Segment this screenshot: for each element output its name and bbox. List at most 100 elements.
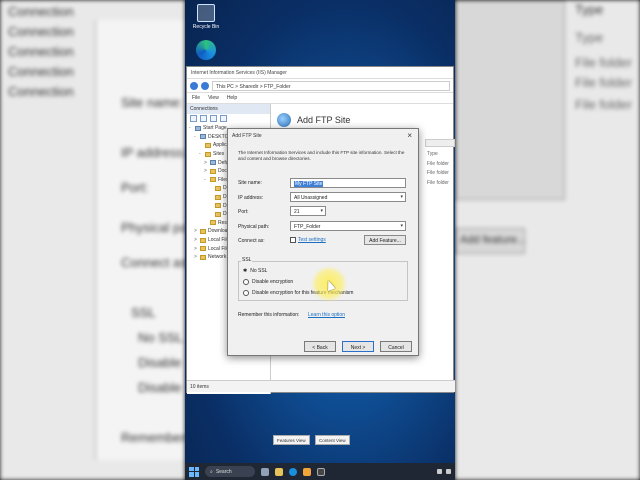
expand-icon[interactable]: > <box>204 168 208 174</box>
recycle-bin-icon <box>197 4 215 22</box>
status-bar: 10 items <box>187 380 455 392</box>
expand-icon[interactable]: - <box>194 134 198 140</box>
expand-icon[interactable]: > <box>194 228 198 234</box>
folder-icon <box>200 228 206 234</box>
port-value: 21 <box>294 209 300 215</box>
expand-icon[interactable]: - <box>204 177 208 183</box>
expand-icon[interactable]: - <box>189 125 193 131</box>
edge-icon <box>196 40 216 60</box>
main-header: Add FTP Site <box>277 113 350 127</box>
folder-icon <box>210 168 216 174</box>
taskbar-search[interactable]: ⌕ Search <box>205 466 255 477</box>
bg-radio: Disable <box>138 355 182 370</box>
folder-icon <box>215 194 221 200</box>
close-icon[interactable]: × <box>407 131 412 140</box>
expand-icon[interactable]: > <box>194 254 198 260</box>
type-item: File folder <box>427 160 449 167</box>
expand-icon[interactable]: > <box>194 237 198 243</box>
ftp-site-icon <box>277 113 291 127</box>
radio-button[interactable] <box>243 290 249 296</box>
start-button[interactable] <box>189 466 199 477</box>
folder-icon <box>215 203 221 209</box>
type-column-header-bar <box>425 139 455 147</box>
ssl-option-no-ssl[interactable]: ✱ No SSL <box>243 268 267 274</box>
windows-logo-icon <box>189 466 194 471</box>
folder-icon <box>205 151 211 157</box>
bg-type-item: File folder <box>575 97 633 112</box>
dialog-description: The Internet Information Services and in… <box>238 150 405 161</box>
search-icon: ⌕ <box>210 468 213 475</box>
file-explorer-icon[interactable] <box>275 467 283 476</box>
address-field[interactable]: This PC > Sharedir > FTP_Folder <box>212 80 450 91</box>
up-icon[interactable] <box>210 115 217 122</box>
site-name-field[interactable]: My FTP Site <box>290 178 406 188</box>
tree-item-label: Network <box>208 254 227 261</box>
physical-path-field[interactable]: FTP_Folder ▾ <box>290 221 406 231</box>
connections-header: Connections <box>187 104 270 114</box>
back-button[interactable]: < Back <box>304 341 336 352</box>
add-ftp-site-dialog: Add FTP Site × The Internet Information … <box>227 128 419 356</box>
bg-ssl-option: No SSL <box>138 330 183 345</box>
expand-icon[interactable]: > <box>194 246 198 252</box>
items-count: 10 items <box>190 384 209 390</box>
physical-path-label: Physical path: <box>238 224 270 230</box>
chevron-down-icon: ▾ <box>400 194 403 200</box>
ssl-option-disable[interactable]: Disable encryption <box>243 279 293 285</box>
save-icon[interactable] <box>200 115 207 122</box>
taskbar: ⌕ Search <box>185 463 455 480</box>
expand-icon[interactable]: - <box>199 151 203 157</box>
microphone-icon[interactable] <box>446 469 451 474</box>
server-icon <box>195 125 201 131</box>
add-feature-button[interactable]: Add Feature... <box>364 235 406 245</box>
recycle-bin-shortcut[interactable]: Recycle Bin <box>191 4 221 30</box>
background-right-blur: Type Type File folder File folder File f… <box>455 0 640 480</box>
shield-icon: ✱ <box>243 268 248 274</box>
menu-file[interactable]: File <box>192 95 200 101</box>
server-icon <box>200 134 206 140</box>
bg-label: Connect as: <box>121 255 185 270</box>
bg-label: Port: <box>121 180 149 195</box>
terminal-icon[interactable] <box>317 467 325 476</box>
window-title: Internet Information Services (IIS) Mana… <box>187 67 453 79</box>
system-tray <box>437 469 451 474</box>
edge-shortcut[interactable] <box>191 40 221 60</box>
chevron-down-icon: ▾ <box>400 223 403 229</box>
menu-bar: File View Help <box>187 93 453 104</box>
features-view-tab[interactable]: Features View <box>273 435 310 445</box>
learn-option-link[interactable]: Learn this option <box>308 312 345 318</box>
next-button[interactable]: Next > <box>342 341 374 352</box>
ip-address-dropdown[interactable]: All Unassigned ▾ <box>290 192 406 202</box>
refresh-icon[interactable] <box>220 115 227 122</box>
back-arrow-icon[interactable] <box>190 81 198 90</box>
recycle-bin-label: Recycle Bin <box>192 24 220 30</box>
physical-path-value: FTP_Folder <box>294 224 321 230</box>
store-icon[interactable] <box>303 467 311 476</box>
address-bar: This PC > Sharedir > FTP_Folder <box>187 79 453 93</box>
expand-icon[interactable]: > <box>204 160 208 166</box>
edge-taskbar-icon[interactable] <box>289 467 297 476</box>
menu-help[interactable]: Help <box>227 95 237 101</box>
radio-button[interactable] <box>243 279 249 285</box>
type-item: File folder <box>427 179 449 186</box>
chevron-up-icon[interactable] <box>437 469 442 474</box>
port-field[interactable]: 21 ▾ <box>290 206 326 216</box>
search-placeholder: Search <box>215 468 232 475</box>
tree-item-label: Sites <box>213 151 225 158</box>
bg-label: Site name: <box>121 95 184 110</box>
connect-as-checkbox[interactable] <box>290 237 296 243</box>
connect-icon[interactable] <box>190 115 197 122</box>
menu-view[interactable]: View <box>208 95 219 101</box>
ssl-option-label: Disable encryption <box>252 279 294 285</box>
task-view-icon[interactable] <box>261 467 269 476</box>
type-header[interactable]: Type <box>427 150 449 160</box>
cancel-button[interactable]: Cancel <box>380 341 412 352</box>
content-view-tab[interactable]: Content View <box>315 435 350 445</box>
bg-type-item: File folder <box>575 55 633 70</box>
forward-arrow-icon[interactable] <box>201 81 209 90</box>
site-name-value: My FTP Site <box>294 181 324 187</box>
ssl-option-label: No SSL <box>250 268 268 274</box>
test-settings-link[interactable]: Test settings <box>298 237 326 243</box>
background-left-blur: Connection Connection Connection Connect… <box>0 0 185 480</box>
folder-icon <box>200 246 206 252</box>
bg-tree-row: Connection <box>8 84 74 99</box>
